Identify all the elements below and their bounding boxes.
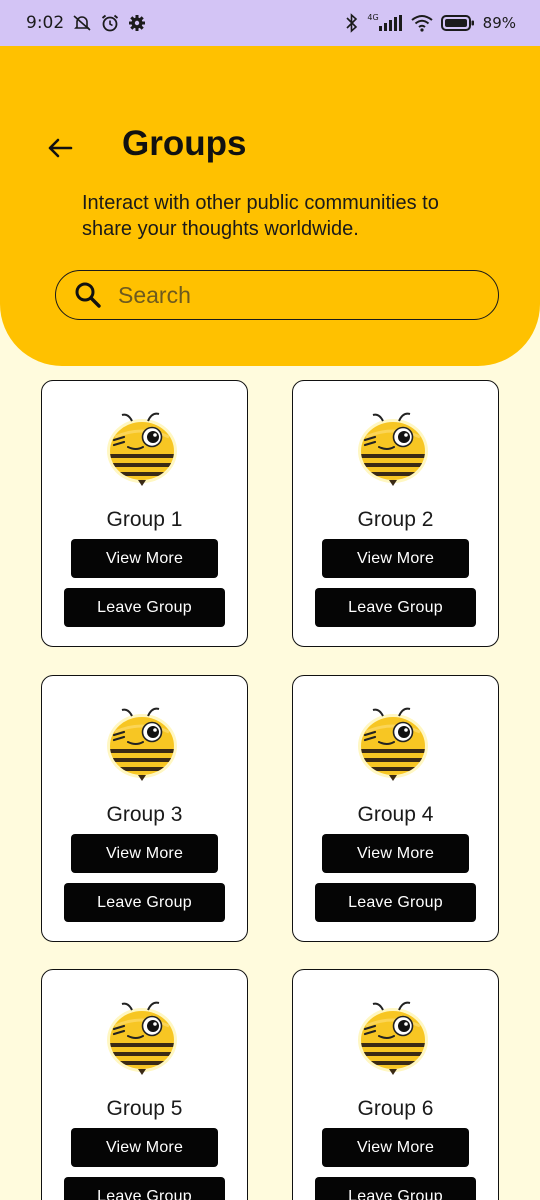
group-card: Group 6 View More Leave Group [292,969,499,1200]
bee-mascot-icon [107,707,177,781]
back-button[interactable] [44,132,76,164]
search-icon [74,280,104,310]
group-card: Group 5 View More Leave Group [41,969,248,1200]
settings-gear-icon [128,14,146,32]
bluetooth-icon [345,13,359,33]
network-type-label: 4G [367,13,379,22]
status-right: 4G 89% [345,13,516,33]
status-time: 9:02 [26,13,65,33]
view-more-button[interactable]: View More [71,539,218,578]
wifi-icon [411,14,433,32]
group-name: Group 1 [106,508,183,531]
bee-mascot-icon [358,707,428,781]
leave-group-button[interactable]: Leave Group [315,883,476,922]
group-card: Group 4 View More Leave Group [292,675,499,942]
view-more-button[interactable]: View More [322,1128,469,1167]
alarm-icon [100,13,120,33]
battery-percentage: 89% [482,14,516,32]
arrow-left-icon [48,138,73,158]
group-card: Group 1 View More Leave Group [41,380,248,647]
group-name: Group 4 [357,803,434,826]
leave-group-button[interactable]: Leave Group [315,1177,476,1200]
leave-group-button[interactable]: Leave Group [64,588,225,627]
view-more-button[interactable]: View More [322,539,469,578]
status-left: 9:02 [26,13,146,33]
bee-mascot-icon [358,412,428,486]
view-more-button[interactable]: View More [322,834,469,873]
bee-mascot-icon [107,1001,177,1075]
group-name: Group 6 [357,1097,434,1120]
cellular-signal-icon: 4G [367,13,402,31]
page-title: Groups [122,124,247,163]
view-more-button[interactable]: View More [71,834,218,873]
search-bar[interactable] [55,270,499,320]
group-name: Group 2 [357,508,434,531]
group-card: Group 2 View More Leave Group [292,380,499,647]
leave-group-button[interactable]: Leave Group [315,588,476,627]
search-input[interactable] [118,281,478,309]
leave-group-button[interactable]: Leave Group [64,883,225,922]
group-name: Group 5 [106,1097,183,1120]
notifications-muted-icon [72,14,92,32]
view-more-button[interactable]: View More [71,1128,218,1167]
group-card: Group 3 View More Leave Group [41,675,248,942]
bee-mascot-icon [107,412,177,486]
groups-header: Groups Interact with other public commun… [0,46,540,366]
group-name: Group 3 [106,803,183,826]
page-subtitle: Interact with other public communities t… [82,192,439,240]
battery-icon [440,14,475,32]
leave-group-button[interactable]: Leave Group [64,1177,225,1200]
bee-mascot-icon [358,1001,428,1075]
status-bar: 9:02 4G 89% [0,0,540,46]
